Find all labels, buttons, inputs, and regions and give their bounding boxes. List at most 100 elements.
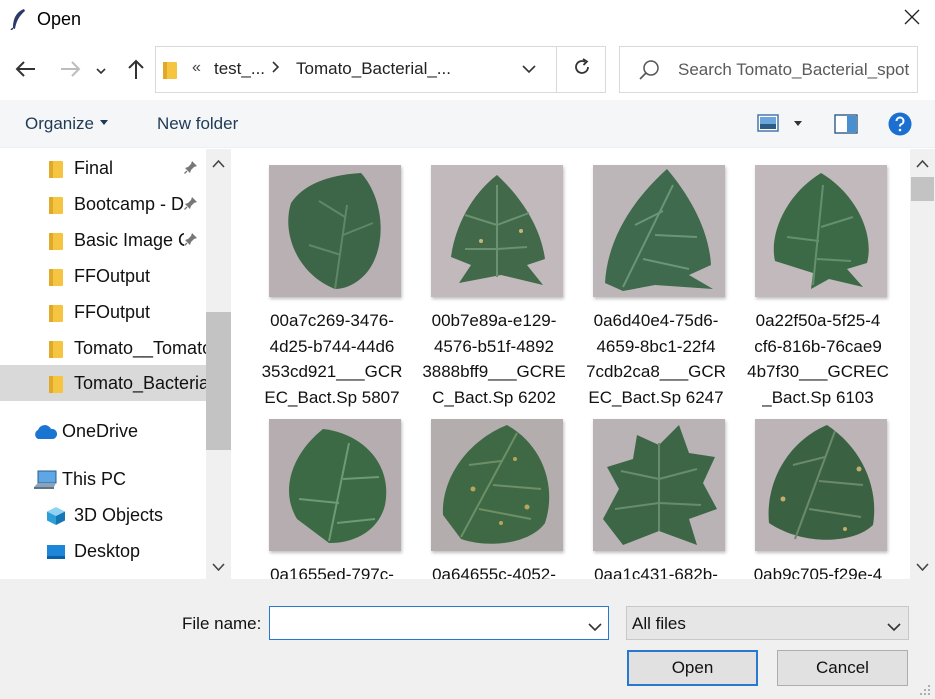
breadcrumb-item[interactable]: Tomato_Bacterial_... xyxy=(296,59,451,79)
sidebar-item-label: OneDrive xyxy=(62,421,139,441)
pin-icon xyxy=(184,232,198,251)
folder-icon xyxy=(48,374,64,399)
file-name-label: File name: xyxy=(182,614,262,633)
sidebar-item-label: 3D Objects xyxy=(74,505,164,525)
cancel-button[interactable]: Cancel xyxy=(777,650,908,686)
sidebar-item-tomato-bacterial[interactable]: Tomato_Bacterial xyxy=(0,365,206,401)
sidebar-item-bootcamp[interactable]: Bootcamp - D xyxy=(0,186,206,222)
window-title: Open xyxy=(37,9,82,29)
sidebar-item-label: Tomato_Bacterial xyxy=(74,373,206,393)
arrow-right-icon xyxy=(60,60,82,83)
file-name: 0a1655ed-797c- xyxy=(270,565,394,579)
sidebar-item-basic-image[interactable]: Basic Image C xyxy=(0,222,206,258)
leaf-thumbnail xyxy=(431,165,563,297)
sidebar-item-label: FFOutput xyxy=(74,302,151,322)
refresh-button[interactable] xyxy=(556,47,606,92)
computer-icon xyxy=(33,470,57,495)
file-name-combobox[interactable] xyxy=(269,606,609,640)
footer-panel: File name: All files Open Cancel xyxy=(0,579,935,699)
folder-icon xyxy=(48,267,64,292)
up-button[interactable] xyxy=(121,56,151,86)
pin-icon xyxy=(184,160,198,179)
search-box[interactable] xyxy=(619,46,918,93)
chevron-down-icon xyxy=(96,62,106,80)
file-name: 00b7e89a-e129- 4576-b51f-4892 3888bff9__… xyxy=(422,311,566,407)
leaf-thumbnail xyxy=(269,165,401,297)
folder-icon xyxy=(48,339,64,364)
folder-icon xyxy=(48,303,64,328)
sidebar-item-label: Desktop xyxy=(74,541,141,561)
sidebar-item-ffoutput[interactable]: FFOutput xyxy=(0,258,206,294)
file-name: 0ab9c705-f29e-4 xyxy=(753,565,883,579)
leaf-thumbnail xyxy=(755,419,887,551)
scrollbar-thumb[interactable] xyxy=(206,312,231,450)
search-icon xyxy=(638,59,660,86)
sidebar-item-this-pc[interactable]: This PC xyxy=(0,461,206,497)
sidebar-item-label: FFOutput xyxy=(74,266,151,286)
folder-icon xyxy=(48,231,64,256)
breadcrumb-item[interactable]: test_... xyxy=(214,59,265,79)
navigation-bar: « test_... Tomato_Bacterial_... xyxy=(0,40,935,100)
file-list: 00a7c269-3476- 4d25-b744-44d6 353cd921__… xyxy=(232,149,910,579)
sidebar-item-final[interactable]: Final xyxy=(0,150,206,186)
leaf-thumbnail xyxy=(431,419,563,551)
organize-menu-button[interactable]: Organize xyxy=(25,114,108,134)
search-input[interactable] xyxy=(678,57,914,83)
organize-label: Organize xyxy=(25,114,94,133)
chevron-down-icon[interactable] xyxy=(588,619,602,637)
chevron-down-icon[interactable] xyxy=(522,61,536,79)
file-type-select[interactable]: All files xyxy=(626,606,909,640)
new-folder-button[interactable]: New folder xyxy=(157,114,238,134)
navigation-pane-scrollbar[interactable] xyxy=(206,149,231,579)
recent-locations-button[interactable] xyxy=(91,56,111,86)
root-overflow-glyph[interactable]: « xyxy=(192,59,201,77)
sidebar-item-label: Bootcamp - D xyxy=(74,194,184,214)
chevron-down-icon xyxy=(887,619,901,637)
preview-pane-icon[interactable] xyxy=(834,114,858,139)
scrollbar-thumb[interactable] xyxy=(911,177,934,201)
address-bar[interactable]: « test_... Tomato_Bacterial_... xyxy=(155,46,606,93)
sidebar-item-desktop[interactable]: Desktop xyxy=(0,533,206,569)
sidebar-item-onedrive[interactable]: OneDrive xyxy=(0,413,206,449)
arrow-left-icon xyxy=(14,60,36,83)
chevron-right-icon[interactable] xyxy=(272,60,280,79)
caret-down-icon[interactable] xyxy=(794,121,802,126)
file-name: 0a64655c-4052- xyxy=(432,565,556,579)
chevron-up-icon[interactable] xyxy=(916,155,929,173)
arrow-up-icon xyxy=(127,58,145,85)
sidebar-item-label: Tomato__Tomato xyxy=(74,338,206,358)
folder-icon xyxy=(48,159,64,184)
resize-grip-icon[interactable] xyxy=(918,683,932,699)
sidebar-item-tomato-tomato[interactable]: Tomato__Tomato xyxy=(0,330,206,366)
chevron-down-icon[interactable] xyxy=(916,559,929,577)
open-file-dialog: Open « test_... Tomato_Bacterial_... Sea… xyxy=(0,0,935,699)
leaf-thumbnail xyxy=(269,419,401,551)
chevron-up-icon[interactable] xyxy=(212,155,225,173)
sidebar-item-label: Basic Image C xyxy=(74,230,184,250)
refresh-icon xyxy=(572,57,592,82)
sidebar-item-ffoutput[interactable]: FFOutput xyxy=(0,294,206,330)
open-button[interactable]: Open xyxy=(627,650,758,686)
chevron-down-icon[interactable] xyxy=(212,559,225,577)
navigation-pane: Final Bootcamp - D Basic Image C FFOutpu… xyxy=(0,149,231,579)
close-button[interactable] xyxy=(888,0,935,38)
close-icon xyxy=(904,9,920,30)
folder-icon xyxy=(162,60,178,85)
file-name-input[interactable] xyxy=(276,612,576,634)
view-options-icon[interactable] xyxy=(757,114,779,137)
command-bar: Organize New folder xyxy=(0,100,935,148)
leaf-thumbnail xyxy=(593,165,725,297)
leaf-thumbnail xyxy=(755,165,887,297)
help-icon[interactable] xyxy=(888,112,912,141)
desktop-icon xyxy=(46,544,66,565)
sidebar-item-label: This PC xyxy=(62,469,127,489)
file-name: 0a6d40e4-75d6- 4659-8bc1-22f4 7cdb2ca8__… xyxy=(586,311,726,407)
back-button[interactable] xyxy=(10,56,40,86)
sidebar-item-partial[interactable] xyxy=(0,569,206,579)
folder-icon xyxy=(48,195,64,220)
pin-icon xyxy=(184,196,198,215)
forward-button[interactable] xyxy=(56,56,86,86)
file-list-scrollbar[interactable] xyxy=(910,149,935,579)
sidebar-item-3d-objects[interactable]: 3D Objects xyxy=(0,497,206,533)
file-name: 0a22f50a-5f25-4 cf6-816b-76cae9 4b7f30__… xyxy=(747,311,889,407)
